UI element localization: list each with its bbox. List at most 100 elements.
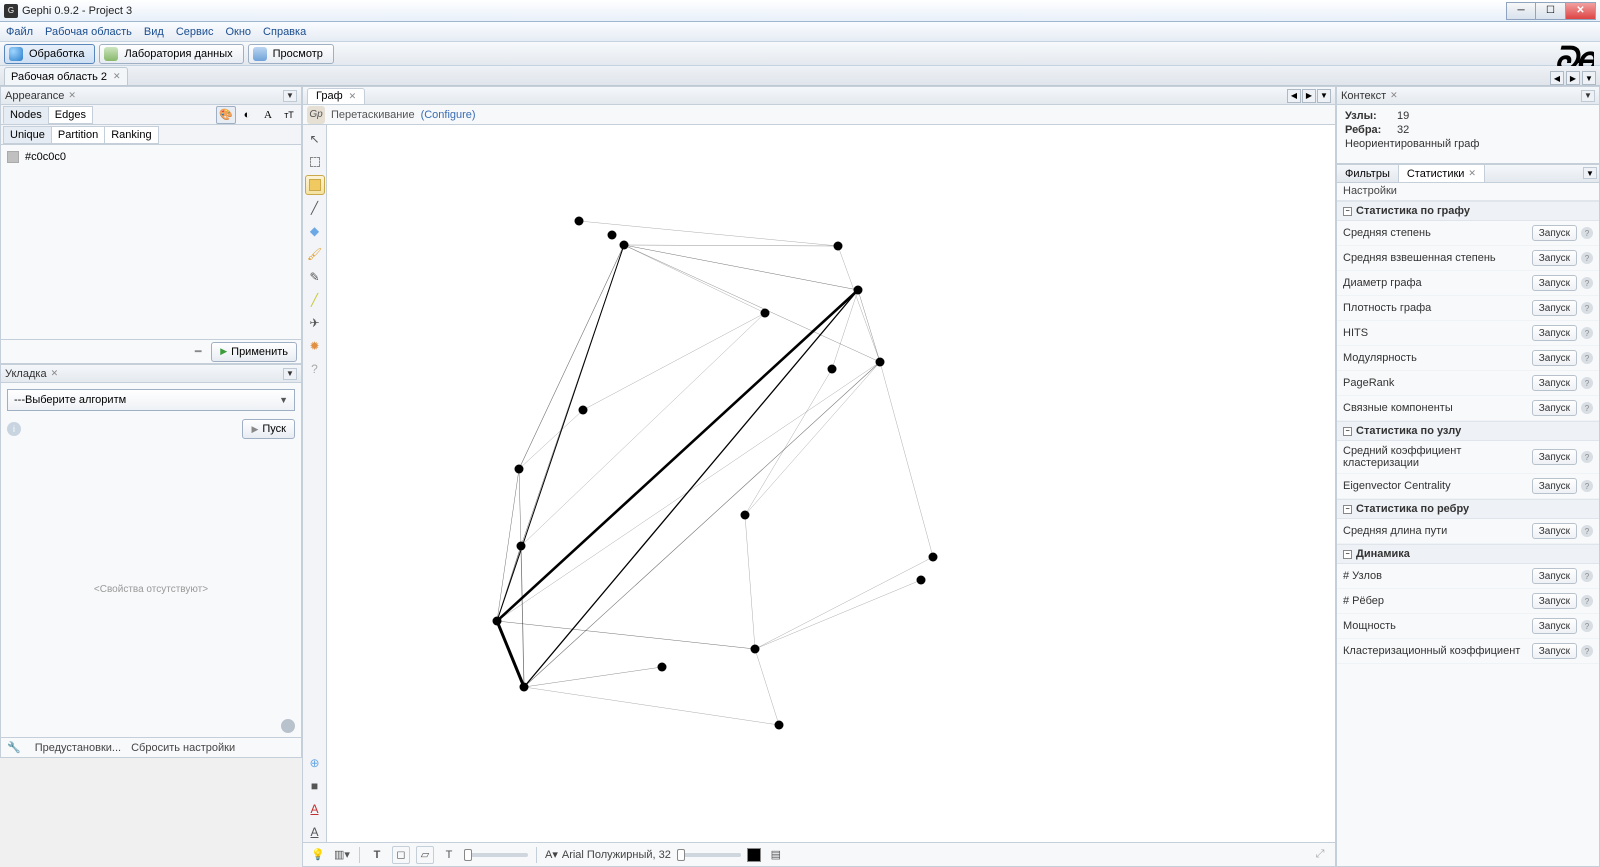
- run-button[interactable]: Запуск: [1532, 250, 1577, 266]
- run-button[interactable]: Запуск: [1532, 400, 1577, 416]
- stats-group-header[interactable]: −Статистика по ребру: [1337, 499, 1599, 519]
- reset-link[interactable]: Сбросить настройки: [131, 742, 235, 754]
- help-icon[interactable]: ?: [1581, 252, 1593, 264]
- tab-menu-button[interactable]: ▼: [1317, 89, 1331, 103]
- workspace-tab[interactable]: Рабочая область 2 ✕: [4, 67, 128, 85]
- pointer-tool[interactable]: ↖: [305, 129, 325, 149]
- panel-menu-button[interactable]: ▼: [283, 90, 297, 102]
- close-button[interactable]: ✕: [1566, 2, 1596, 20]
- help-icon[interactable]: ?: [1581, 302, 1593, 314]
- color-swatch[interactable]: [7, 151, 19, 163]
- tab-nodes[interactable]: Nodes: [3, 106, 49, 124]
- tab-unique[interactable]: Unique: [3, 126, 52, 144]
- panel-menu-button[interactable]: ▼: [1583, 167, 1597, 179]
- configure-link[interactable]: (Configure): [421, 109, 476, 121]
- close-icon[interactable]: ✕: [113, 71, 121, 82]
- label-color-icon[interactable]: A: [258, 106, 278, 124]
- help-icon[interactable]: ?: [1581, 570, 1593, 582]
- menu-file[interactable]: Файл: [6, 26, 33, 38]
- screenshot-icon[interactable]: ▥▾: [333, 846, 351, 864]
- close-icon[interactable]: ✕: [51, 368, 59, 379]
- menu-help[interactable]: Справка: [263, 26, 306, 38]
- menu-view[interactable]: Вид: [144, 26, 164, 38]
- apply-button[interactable]: ▶ Применить: [211, 342, 297, 362]
- center-tool[interactable]: ⊕: [305, 753, 325, 773]
- graph-canvas[interactable]: [327, 125, 1335, 842]
- help-icon[interactable]: ?: [1581, 402, 1593, 414]
- shortest-path-tool[interactable]: ╱: [305, 290, 325, 310]
- run-button[interactable]: Запуск: [1532, 643, 1577, 659]
- run-button[interactable]: Запуск: [1532, 300, 1577, 316]
- run-button[interactable]: Запуск: [1532, 523, 1577, 539]
- tab-next-button[interactable]: ▶: [1302, 89, 1316, 103]
- menu-workspace[interactable]: Рабочая область: [45, 26, 132, 38]
- graph-tab[interactable]: Граф ✕: [307, 88, 365, 104]
- reset-label-size-tool[interactable]: A: [305, 822, 325, 842]
- size-mode-icon[interactable]: ◐: [237, 106, 257, 124]
- ws-menu-button[interactable]: ▼: [1582, 71, 1596, 85]
- label-size-slider[interactable]: [677, 853, 741, 857]
- font-selector[interactable]: A▾ Arial Полужирный, 32: [545, 848, 671, 861]
- edge-tool[interactable]: ✎: [305, 267, 325, 287]
- show-labels-icon[interactable]: T: [368, 846, 386, 864]
- spline-icon[interactable]: ━: [191, 345, 205, 358]
- maximize-button[interactable]: ☐: [1536, 2, 1566, 20]
- tab-edges[interactable]: Edges: [48, 106, 93, 124]
- run-button[interactable]: Запуск: [1532, 449, 1577, 465]
- stats-group-header[interactable]: −Динамика: [1337, 544, 1599, 564]
- paint-tool[interactable]: 🖌: [305, 244, 325, 264]
- label-color-box[interactable]: [747, 848, 761, 862]
- menu-service[interactable]: Сервис: [176, 26, 214, 38]
- close-icon[interactable]: ✕: [1390, 90, 1398, 101]
- size-tool[interactable]: ◆: [305, 221, 325, 241]
- tab-statistics[interactable]: Статистики✕: [1399, 165, 1485, 182]
- help-icon[interactable]: ?: [1581, 277, 1593, 289]
- stats-group-header[interactable]: −Статистика по графу: [1337, 201, 1599, 221]
- minimize-button[interactable]: ─: [1506, 2, 1536, 20]
- tab-ranking[interactable]: Ranking: [104, 126, 158, 144]
- reset-colors-tool[interactable]: ■: [305, 776, 325, 796]
- crown-tool[interactable]: ✹: [305, 336, 325, 356]
- edge-weight-slider[interactable]: [464, 853, 528, 857]
- wrench-icon[interactable]: 🔧: [7, 741, 21, 754]
- run-button[interactable]: Запуск: [1532, 225, 1577, 241]
- run-button[interactable]: Запуск: [1532, 593, 1577, 609]
- drag-tool[interactable]: [305, 175, 325, 195]
- tab-partition[interactable]: Partition: [51, 126, 105, 144]
- help-icon[interactable]: ?: [1581, 620, 1593, 632]
- help-icon[interactable]: ?: [1581, 352, 1593, 364]
- node-label-icon[interactable]: ◻: [392, 846, 410, 864]
- run-button[interactable]: Запуск: [1532, 618, 1577, 634]
- run-button[interactable]: Запуск: [1532, 478, 1577, 494]
- stats-group-header[interactable]: −Статистика по узлу: [1337, 421, 1599, 441]
- close-icon[interactable]: ✕: [68, 90, 76, 101]
- ws-prev-button[interactable]: ◀: [1550, 71, 1564, 85]
- run-button[interactable]: Запуск: [1532, 350, 1577, 366]
- help-icon[interactable]: ?: [1581, 327, 1593, 339]
- resize-grip[interactable]: [281, 719, 295, 733]
- presets-link[interactable]: Предустановки...: [35, 742, 121, 754]
- run-button[interactable]: Запуск: [1532, 375, 1577, 391]
- help-icon[interactable]: ?: [1581, 480, 1593, 492]
- reset-label-color-tool[interactable]: A: [305, 799, 325, 819]
- mode-preview[interactable]: Просмотр: [248, 44, 334, 64]
- tab-prev-button[interactable]: ◀: [1287, 89, 1301, 103]
- color-mode-icon[interactable]: 🎨: [216, 106, 236, 124]
- mode-overview[interactable]: Обработка: [4, 44, 95, 64]
- help-icon[interactable]: ?: [1581, 595, 1593, 607]
- lightbulb-icon[interactable]: 💡: [309, 846, 327, 864]
- mode-datalab[interactable]: Лаборатория данных: [99, 44, 243, 64]
- help-tool[interactable]: ?: [305, 359, 325, 379]
- expand-icon[interactable]: ⤢: [1311, 846, 1329, 864]
- rect-select-tool[interactable]: [305, 152, 325, 172]
- stats-settings[interactable]: Настройки: [1337, 183, 1599, 201]
- brush-tool[interactable]: ╱: [305, 198, 325, 218]
- close-icon[interactable]: ✕: [349, 91, 357, 102]
- run-button[interactable]: ▶ Пуск: [242, 419, 295, 439]
- help-icon[interactable]: ?: [1581, 451, 1593, 463]
- help-icon[interactable]: ?: [1581, 525, 1593, 537]
- ws-next-button[interactable]: ▶: [1566, 71, 1580, 85]
- run-button[interactable]: Запуск: [1532, 325, 1577, 341]
- info-icon[interactable]: i: [7, 422, 21, 436]
- heatmap-tool[interactable]: ✈: [305, 313, 325, 333]
